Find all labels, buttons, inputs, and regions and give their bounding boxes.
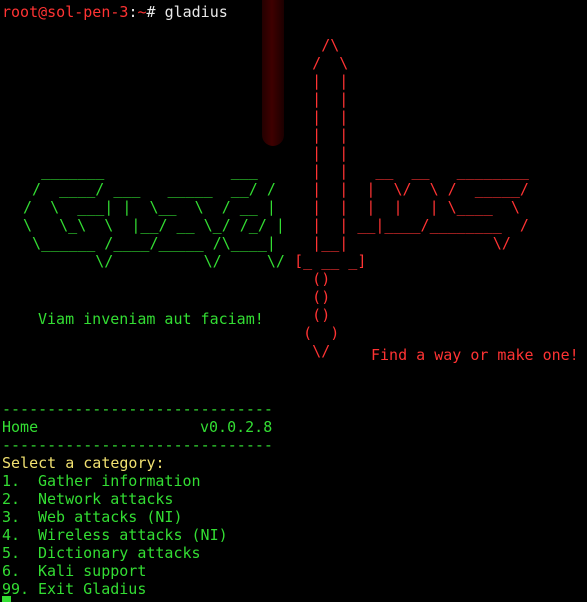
menu-item-number: 2. <box>2 490 21 508</box>
prompt-user-host: root@sol-pen-3 <box>2 3 129 21</box>
menu-item-number: 6. <box>2 562 21 580</box>
menu-item-number: 1. <box>2 472 21 490</box>
menu-item-label: Network attacks <box>38 490 174 508</box>
menu-item-number: 5. <box>2 544 21 562</box>
terminal-window[interactable]: root@sol-pen-3:~# gladius _______ ___ / … <box>0 0 587 602</box>
motto-latin: Viam inveniam aut faciam! <box>38 310 264 328</box>
menu-title: Home <box>2 418 39 436</box>
terminal-cursor[interactable] <box>2 596 11 602</box>
prompt-command: gladius <box>164 3 228 21</box>
menu-item-kali-support[interactable]: 6. Kali support <box>2 562 146 580</box>
menu-item-label: Kali support <box>38 562 147 580</box>
menu-item-label: Exit Gladius <box>38 580 147 598</box>
menu-separator-top: ------------------------------ <box>2 400 273 418</box>
menu-item-network-attacks[interactable]: 2. Network attacks <box>2 490 173 508</box>
menu-item-number: 3. <box>2 508 21 526</box>
prompt-path: ~ <box>137 3 147 21</box>
menu-item-wireless-attacks[interactable]: 4. Wireless attacks (NI) <box>2 526 228 544</box>
gladius-logo-ascii: _______ ___ / ____/ ___ _____ __/ / / \ … <box>23 162 285 270</box>
version-label: v0.0.2.8 <box>200 418 273 436</box>
menu-item-label: Wireless attacks (NI) <box>38 526 228 544</box>
shell-prompt-line: root@sol-pen-3:~# gladius <box>2 3 228 21</box>
menu-item-gather-information[interactable]: 1. Gather information <box>2 472 201 490</box>
menu-item-web-attacks[interactable]: 3. Web attacks (NI) <box>2 508 183 526</box>
sword-ascii: /\ / \ | | | | | | | | | | | | __ __ ___… <box>294 36 529 360</box>
prompt-symbol: # <box>146 3 165 21</box>
motto-english: Find a way or make one! <box>371 346 579 364</box>
menu-item-number: 4. <box>2 526 21 544</box>
menu-item-dictionary-attacks[interactable]: 5. Dictionary attacks <box>2 544 201 562</box>
menu-item-label: Web attacks (NI) <box>38 508 183 526</box>
menu-item-label: Gather information <box>38 472 201 490</box>
menu-separator-bottom: ------------------------------ <box>2 436 273 454</box>
menu-prompt: Select a category: <box>2 454 165 472</box>
menu-item-label: Dictionary attacks <box>38 544 201 562</box>
